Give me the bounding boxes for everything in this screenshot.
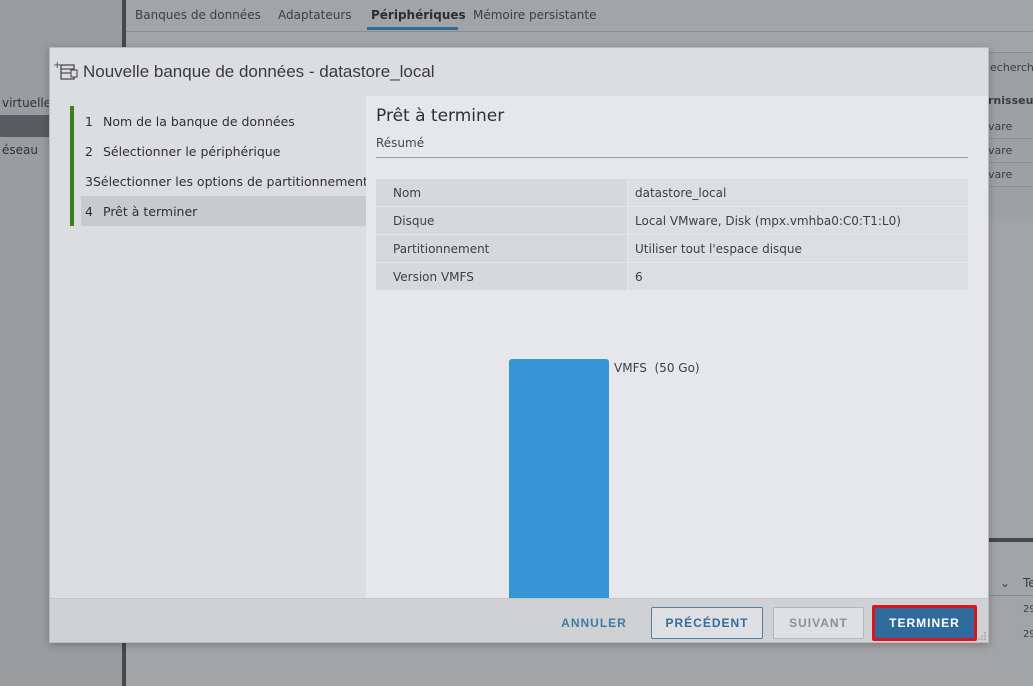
table-cell: 29 <box>1023 629 1033 640</box>
cancel-button[interactable]: ANNULER <box>550 607 638 639</box>
summary-row: Version VMFS 6 <box>376 263 968 291</box>
section-subtitle: Résumé <box>376 136 425 150</box>
next-button[interactable]: SUIVANT <box>773 607 864 639</box>
background-splitter[interactable] <box>988 538 1033 542</box>
background-selected-item <box>0 115 50 137</box>
summary-label: Partitionnement <box>376 235 627 262</box>
background-side-label: éseau <box>2 143 38 157</box>
summary-value: Local VMware, Disk (mpx.vmhba0:C0:T1:L0) <box>628 207 968 234</box>
summary-value: Utiliser tout l'espace disque <box>628 235 968 262</box>
wizard-steps: 1 Nom de la banque de données 2 Sélectio… <box>50 96 368 598</box>
step-number: 3 <box>85 173 93 189</box>
background-bottom-header: ⌄ Te <box>988 570 1033 596</box>
dialog-header: + Nouvelle banque de données - datastore… <box>50 48 988 96</box>
step-label: Sélectionner les options de partitionnem… <box>92 173 368 189</box>
summary-label: Version VMFS <box>376 263 627 290</box>
table-cell: 29 <box>1023 604 1033 615</box>
chevron-down-icon[interactable]: ⌄ <box>1000 576 1010 590</box>
wizard-step-1[interactable]: 1 Nom de la banque de données <box>70 106 366 136</box>
svg-text:+: + <box>53 60 61 71</box>
table-cell: vare <box>988 144 1013 157</box>
divider <box>376 157 968 158</box>
tab-banques-de-donnees[interactable]: Banques de données <box>135 8 261 22</box>
tab-adaptateurs[interactable]: Adaptateurs <box>278 8 352 22</box>
step-label: Nom de la banque de données <box>103 113 295 129</box>
summary-table: Nom datastore_local Disque Local VMware,… <box>376 179 968 291</box>
background-side-label: virtuelle <box>2 96 52 110</box>
background-search-field[interactable]: echerch <box>990 61 1033 74</box>
step-label: Prêt à terminer <box>103 203 198 219</box>
wizard-content: Prêt à terminer Résumé Nom datastore_loc… <box>366 96 988 599</box>
summary-row: Nom datastore_local <box>376 179 968 207</box>
step-number: 2 <box>85 143 93 159</box>
table-cell: vare <box>988 168 1013 181</box>
table-row[interactable]: vare <box>988 115 1033 139</box>
table-row[interactable]: vare <box>988 139 1033 163</box>
step-label: Sélectionner le périphérique <box>103 143 281 159</box>
dialog-title: Nouvelle banque de données - datastore_l… <box>83 62 435 81</box>
summary-row: Partitionnement Utiliser tout l'espace d… <box>376 235 968 263</box>
partition-bar <box>509 359 609 599</box>
table-row[interactable]: vare <box>988 163 1033 187</box>
background-tab-bar: Banques de données Adaptateurs Périphéri… <box>126 0 1033 32</box>
tab-memoire-persistante[interactable]: Mémoire persistante <box>473 8 597 22</box>
partition-label: VMFS (50 Go) <box>614 361 700 375</box>
summary-value: datastore_local <box>628 179 968 206</box>
summary-value: 6 <box>628 263 968 290</box>
background-column-header: rnisseu <box>988 94 1033 107</box>
summary-label: Nom <box>376 179 627 206</box>
finish-button[interactable]: TERMINER <box>872 605 977 641</box>
table-cell: vare <box>988 120 1013 133</box>
step-number: 4 <box>85 203 93 219</box>
new-datastore-dialog: + Nouvelle banque de données - datastore… <box>49 47 989 643</box>
page-title: Prêt à terminer <box>376 106 505 126</box>
dialog-footer: ANNULER PRÉCÉDENT SUIVANT TERMINER <box>50 598 988 642</box>
tab-peripheriques[interactable]: Périphériques <box>371 8 466 22</box>
wizard-step-4[interactable]: 4 Prêt à terminer <box>70 196 366 226</box>
resize-grip-icon[interactable] <box>978 632 986 640</box>
summary-row: Disque Local VMware, Disk (mpx.vmhba0:C0… <box>376 207 968 235</box>
background-column-header: Te <box>1023 576 1033 590</box>
summary-label: Disque <box>376 207 627 234</box>
new-datastore-icon: + <box>53 60 78 80</box>
step-number: 1 <box>85 113 93 129</box>
wizard-step-2[interactable]: 2 Sélectionner le périphérique <box>70 136 366 166</box>
previous-button[interactable]: PRÉCÉDENT <box>651 607 763 639</box>
wizard-step-3[interactable]: 3 Sélectionner les options de partitionn… <box>70 166 368 196</box>
active-tab-indicator <box>367 27 458 30</box>
